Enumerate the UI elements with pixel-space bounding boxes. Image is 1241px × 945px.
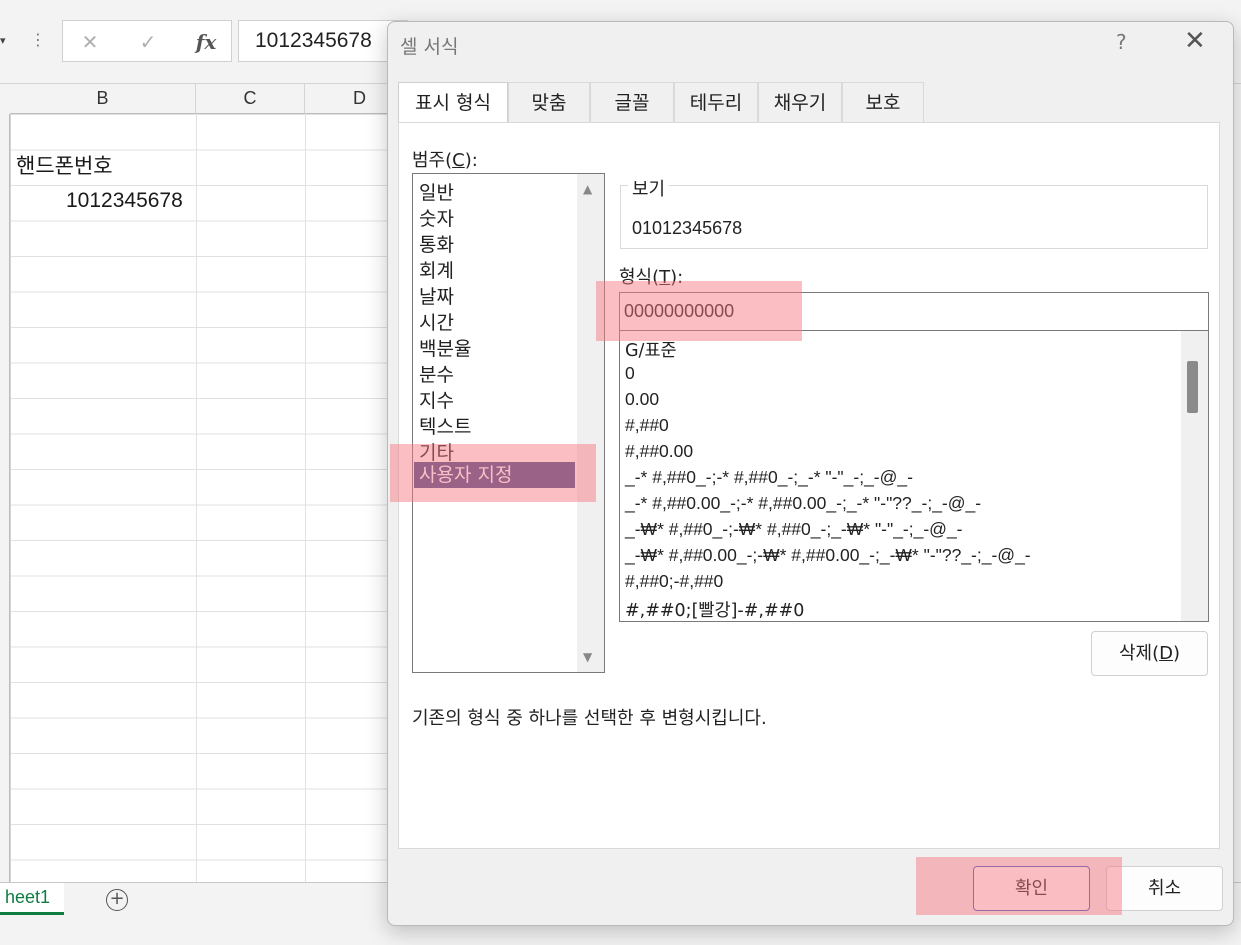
highlight-ok-button — [916, 857, 1122, 915]
category-item[interactable]: 지수 — [419, 386, 454, 413]
format-list-item[interactable]: 0.00 — [625, 389, 659, 410]
tab-alignment[interactable]: 맞춤 — [508, 82, 590, 122]
formula-input[interactable]: 1012345678 — [238, 20, 408, 62]
scroll-up-icon[interactable]: ▲ — [583, 182, 592, 196]
format-list-item[interactable]: _-₩* #,##0_-;-₩* #,##0_-;_-₩* "-"_-;_-@_… — [625, 519, 963, 540]
enter-formula-icon[interactable]: ✓ — [133, 27, 163, 57]
format-list-item[interactable]: _-₩* #,##0.00_-;-₩* #,##0.00_-;_-₩* "-"?… — [625, 545, 1031, 566]
format-list-item[interactable]: #,##0;-#,##0 — [625, 571, 723, 592]
add-sheet-icon[interactable]: + — [106, 889, 128, 911]
name-box-dropdown-icon[interactable]: ▾ — [0, 34, 8, 47]
cell-b2[interactable]: 핸드폰번호 — [16, 150, 113, 180]
category-label: 범주(C): — [412, 150, 478, 171]
preview-label: 보기 — [628, 175, 670, 201]
format-list-item[interactable]: #,##0.00 — [625, 441, 693, 462]
category-item[interactable]: 백분율 — [419, 334, 471, 361]
category-item[interactable]: 분수 — [419, 360, 454, 387]
format-list-item[interactable]: #,##0 — [625, 415, 669, 436]
category-item[interactable]: 일반 — [419, 178, 454, 205]
tab-border[interactable]: 테두리 — [674, 82, 758, 122]
category-item[interactable]: 날짜 — [419, 282, 454, 309]
column-header-c[interactable]: C — [196, 84, 305, 114]
column-header-b[interactable]: B — [10, 84, 196, 114]
category-item[interactable]: 시간 — [419, 308, 454, 335]
grid-line — [196, 114, 197, 882]
format-list-scrollbar[interactable] — [1181, 331, 1208, 621]
cell-b3[interactable]: 1012345678 — [66, 189, 183, 213]
sheet-tab-sheet1[interactable]: heet1 — [0, 883, 64, 915]
format-list-item[interactable]: _-* #,##0_-;-* #,##0_-;_-* "-"_-;_-@_- — [625, 467, 913, 488]
tab-font[interactable]: 글꼴 — [590, 82, 674, 122]
cell-grid[interactable] — [10, 114, 390, 882]
highlight-format-input — [596, 281, 802, 341]
preview-group — [620, 185, 1208, 249]
grid-line — [305, 114, 306, 882]
category-item[interactable]: 회계 — [419, 256, 454, 283]
delete-button[interactable]: 삭제(D) — [1091, 631, 1208, 676]
more-options-icon[interactable]: ⋮ — [30, 30, 46, 49]
cancel-button[interactable]: 취소 — [1106, 866, 1223, 911]
help-icon[interactable]: ? — [1116, 30, 1127, 54]
dialog-title: 셀 서식 — [400, 36, 459, 58]
scroll-thumb[interactable] — [1187, 361, 1198, 413]
row-headers — [0, 114, 10, 882]
tab-fill[interactable]: 채우기 — [758, 82, 842, 122]
format-list-item[interactable]: _-* #,##0.00_-;-* #,##0.00_-;_-* "-"??_-… — [625, 493, 981, 514]
category-item[interactable]: 텍스트 — [419, 412, 471, 439]
description-text: 기존의 형식 중 하나를 선택한 후 변형시킵니다. — [412, 708, 767, 729]
category-list[interactable]: 일반 숫자 통화 회계 날짜 시간 백분율 분수 지수 텍스트 기타 사용자 지… — [412, 173, 605, 673]
scroll-down-icon[interactable]: ▼ — [583, 650, 592, 664]
close-icon[interactable]: ✕ — [1184, 26, 1206, 56]
format-list-item[interactable]: #,##0;[빨강]-#,##0 — [625, 597, 804, 621]
tab-protection[interactable]: 보호 — [842, 82, 924, 122]
preview-value: 01012345678 — [632, 218, 743, 238]
tab-number[interactable]: 표시 형식 — [398, 82, 508, 123]
category-item[interactable]: 숫자 — [419, 204, 454, 231]
cancel-formula-icon[interactable]: ✕ — [75, 27, 105, 57]
formula-buttons: ✕ ✓ fx — [62, 20, 232, 62]
category-scrollbar[interactable]: ▲ ▼ — [577, 174, 604, 672]
highlight-custom-category — [390, 444, 596, 502]
format-list-item[interactable]: 0 — [625, 363, 635, 384]
format-list[interactable]: G/표준 0 0.00 #,##0 #,##0.00 _-* #,##0_-;-… — [619, 331, 1209, 622]
insert-function-icon[interactable]: fx — [191, 27, 221, 57]
category-item[interactable]: 통화 — [419, 230, 454, 257]
